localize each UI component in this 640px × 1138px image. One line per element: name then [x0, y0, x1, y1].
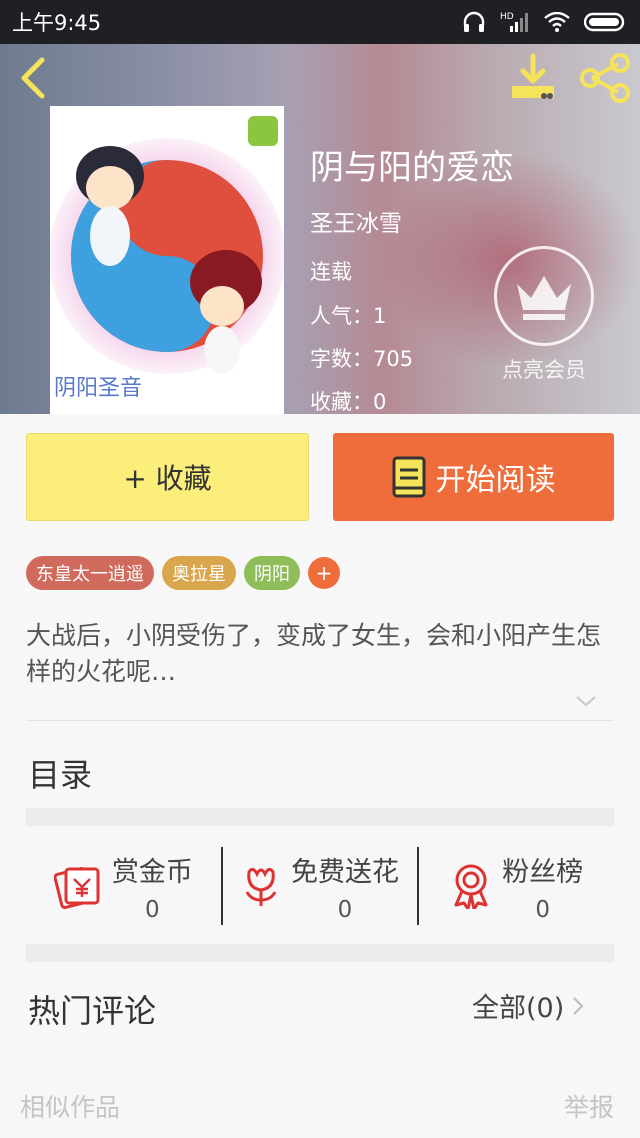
status-time: 上午9:45: [12, 11, 102, 35]
tag-item[interactable]: 东皇太一逍遥: [26, 556, 154, 590]
chevron-down-icon[interactable]: [574, 694, 598, 708]
back-arrow-icon: [21, 57, 45, 99]
stat-value: 0: [145, 896, 160, 923]
book-summary: 大战后，小阴受伤了，变成了女生，会和小阳产生怎样的火花呢…: [26, 621, 602, 686]
vip-label: 点亮会员: [502, 358, 586, 382]
hot-comments-title: 热门评论: [28, 992, 157, 1030]
start-reading-button[interactable]: 开始阅读: [333, 433, 614, 521]
reward-coin-button[interactable]: 赏金币 0: [26, 828, 221, 944]
book-cover[interactable]: 阴阳圣音: [50, 106, 284, 414]
headphone-icon: [463, 11, 485, 32]
free-flower-button[interactable]: 免费送花 0: [223, 828, 418, 944]
stat-label: 粉丝榜: [502, 856, 584, 888]
share-icon: [580, 53, 630, 103]
book-popularity: 人气：1: [310, 304, 387, 328]
book-author[interactable]: 圣王冰雪: [310, 204, 402, 238]
book-status: 连载: [310, 260, 352, 284]
chevron-right-icon: [573, 996, 584, 1015]
vip-badge: [494, 246, 594, 346]
start-reading-label: 开始阅读: [435, 463, 556, 498]
top-bar: [0, 44, 640, 108]
download-icon: [512, 53, 554, 99]
cover-caption: 阴阳圣音: [54, 376, 143, 401]
similar-works-link[interactable]: 相似作品: [20, 1088, 120, 1124]
battery-icon: [584, 12, 625, 32]
report-button[interactable]: 举报: [564, 1088, 614, 1124]
crown-icon: [517, 276, 571, 320]
cover-illustration: [50, 106, 284, 414]
reward-coin-icon: [53, 867, 100, 909]
medal-icon: [454, 864, 488, 909]
stat-value: 0: [337, 896, 353, 923]
stat-label: 赏金币: [111, 856, 193, 888]
section-separator: [26, 944, 614, 962]
fan-ranking-button[interactable]: 粉丝榜 0: [419, 828, 614, 944]
flower-icon: [245, 867, 277, 906]
tag-item[interactable]: 奥拉星: [162, 556, 236, 590]
signal-icon: HD: [500, 12, 528, 32]
vip-button[interactable]: 点亮会员: [492, 246, 596, 384]
book-icon: [392, 456, 425, 498]
back-button[interactable]: [14, 54, 54, 102]
collect-button[interactable]: + 收藏: [26, 433, 309, 521]
book-word-count: 字数：705: [310, 347, 414, 371]
share-button[interactable]: [578, 52, 632, 104]
stat-label: 免费送花: [291, 856, 399, 888]
support-stats: 赏金币 0 免费送花 0 粉丝榜 0: [26, 828, 614, 944]
book-title: 阴与阳的爱恋: [310, 148, 514, 188]
all-comments-link[interactable]: 全部(0): [472, 986, 584, 1025]
tag-item[interactable]: 阴阳: [244, 556, 300, 590]
status-bar: 上午9:45 HD: [0, 0, 640, 44]
add-tag-button[interactable]: +: [308, 557, 340, 589]
network-type: HD: [500, 12, 514, 22]
section-separator: [26, 808, 614, 826]
all-comments-label: 全部(0): [472, 993, 565, 1024]
divider: [26, 720, 614, 721]
stat-value: 0: [535, 896, 550, 923]
book-favorites: 收藏：0: [310, 390, 387, 414]
tag-list: 东皇太一逍遥 奥拉星 阴阳 +: [26, 556, 340, 590]
toc-title[interactable]: 目录: [28, 750, 92, 796]
download-button[interactable]: [506, 52, 560, 104]
wifi-icon: [544, 12, 570, 32]
